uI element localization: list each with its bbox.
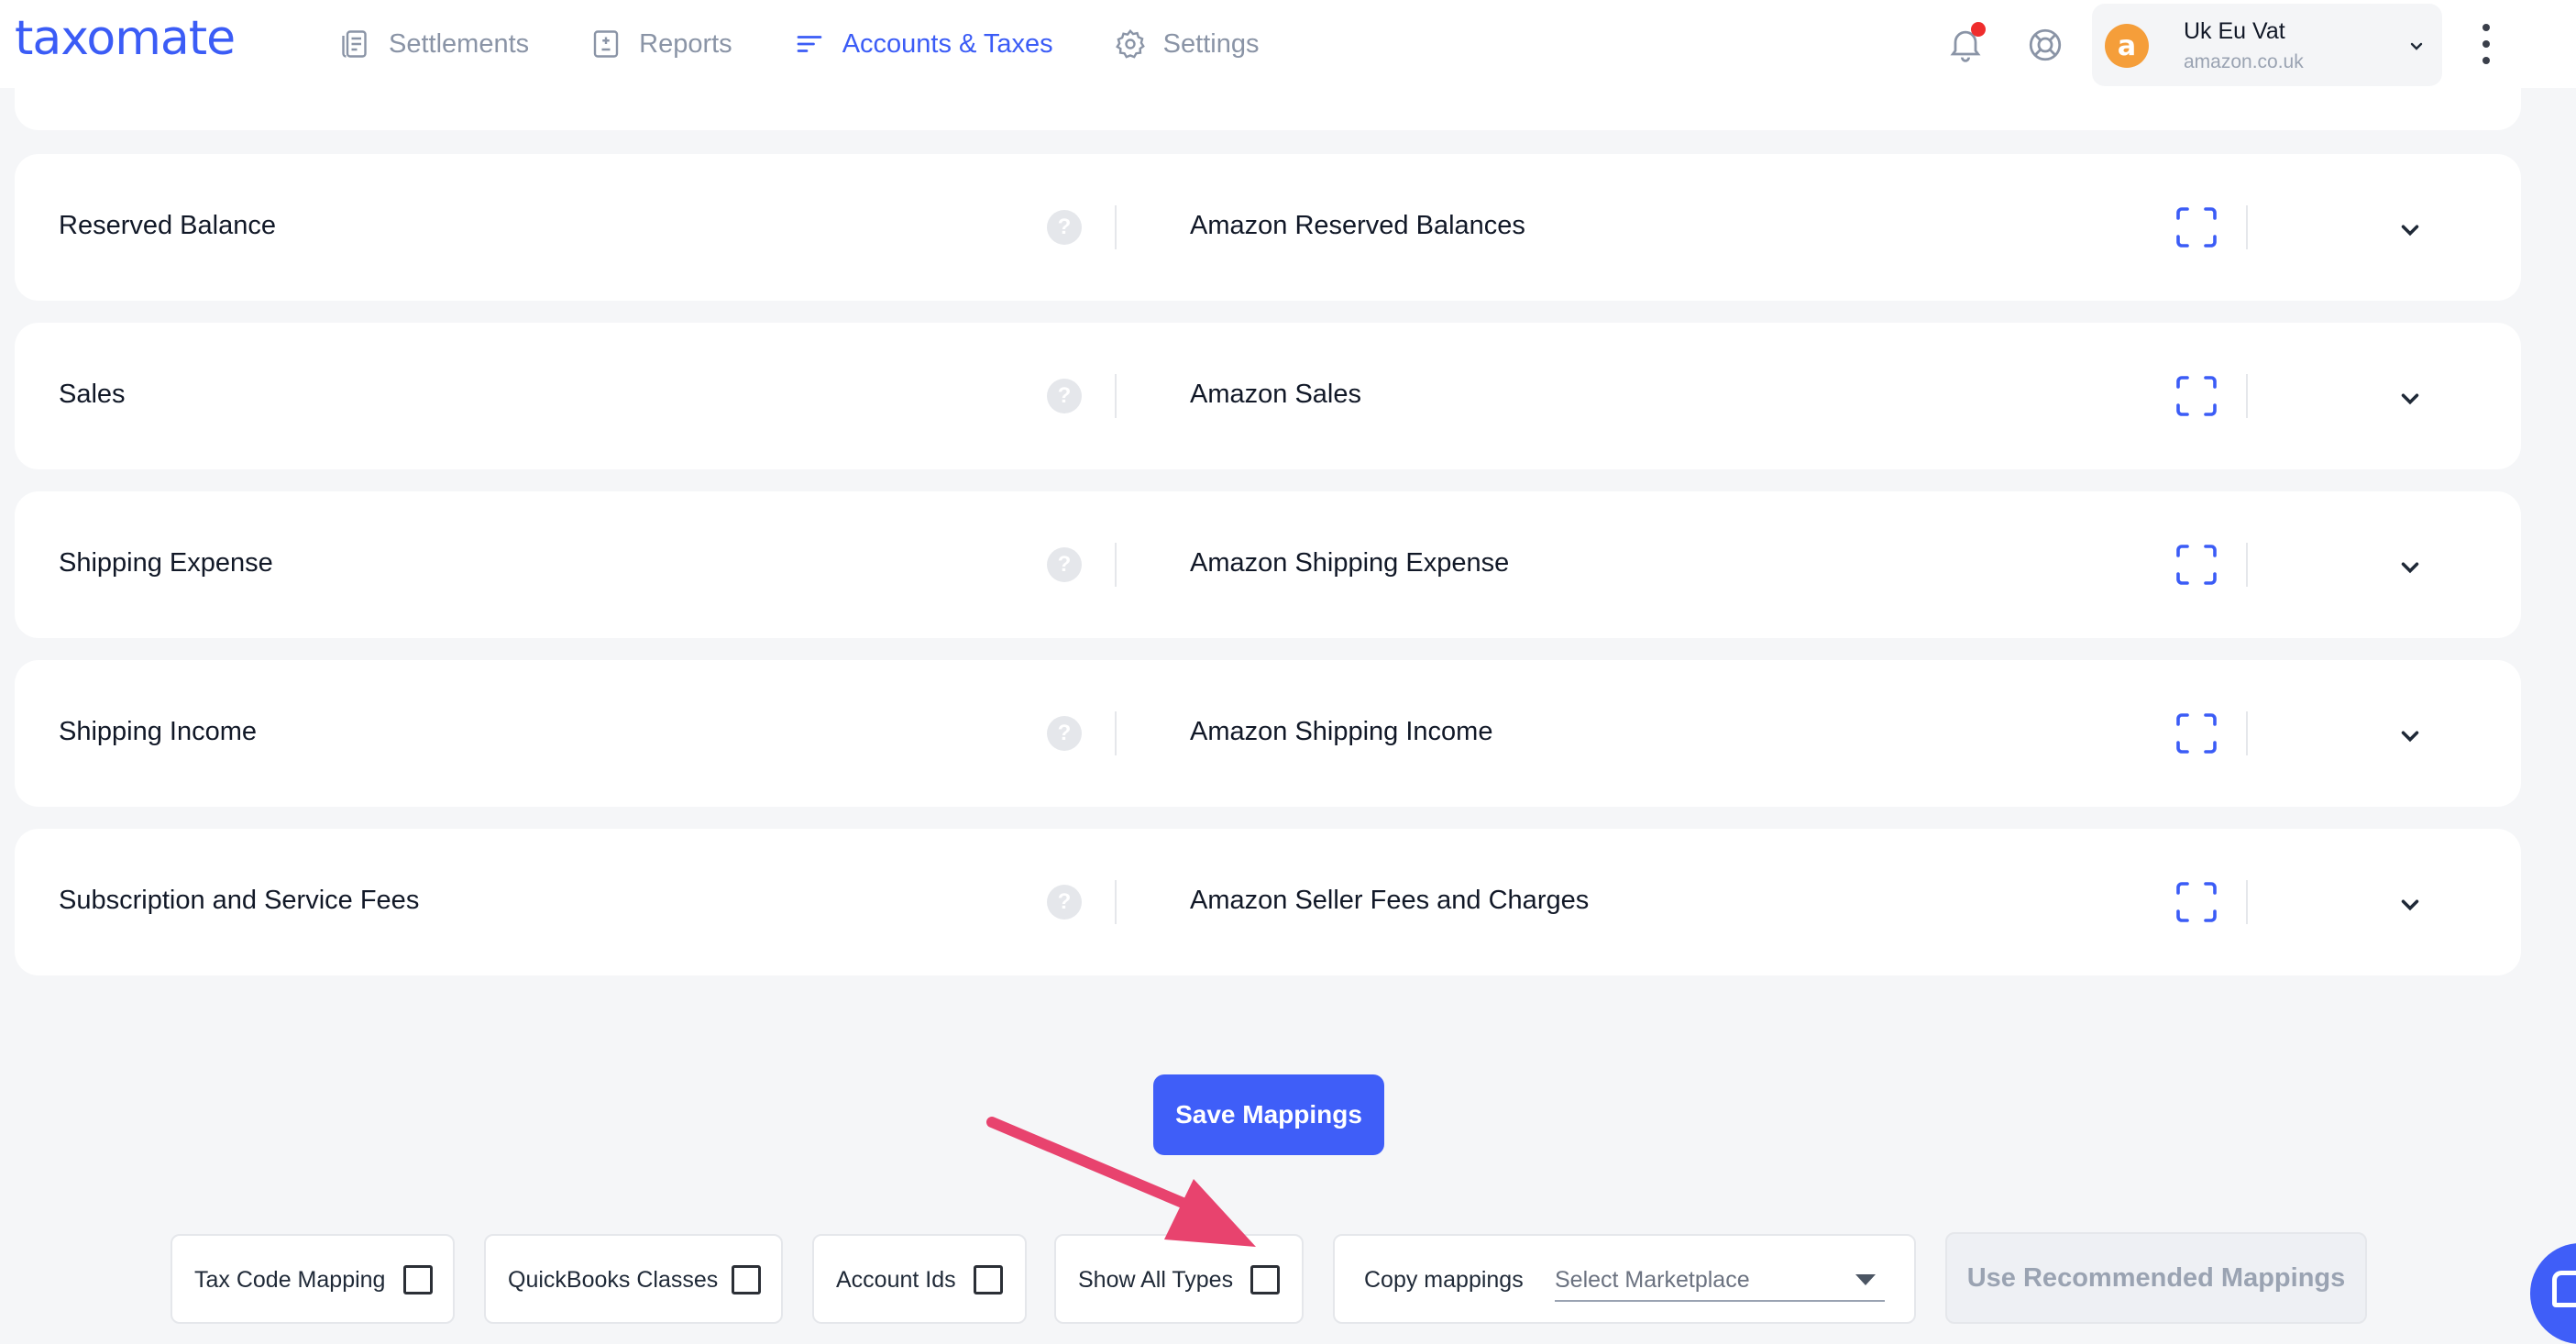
scan-frame-icon[interactable] [2174,543,2218,587]
copy-mappings-label: Copy mappings [1364,1267,1524,1293]
mapping-row: Reserved Balance ? Amazon Reserved Balan… [15,154,2521,301]
account-ids-checkbox[interactable] [974,1265,1003,1294]
copy-mappings-option: Copy mappings Select Marketplace [1333,1234,1916,1324]
mapped-account[interactable]: Amazon Sales [1190,380,1361,410]
show-all-types-option: Show All Types [1054,1234,1304,1324]
more-options-icon[interactable] [2475,24,2497,64]
nav-settlements[interactable]: Settlements [337,0,529,88]
nav-accounts-taxes[interactable]: Accounts & Taxes [791,0,1053,88]
account-ids-label: Account Ids [836,1267,956,1293]
tax-code-mapping-checkbox[interactable] [403,1265,433,1294]
scan-frame-icon[interactable] [2174,374,2218,418]
account-name: Uk Eu Vat [2184,18,2285,44]
help-question-icon[interactable]: ? [1047,885,1082,920]
help-question-icon[interactable]: ? [1047,379,1082,413]
divider [1115,543,1117,587]
nav-settlements-label: Settlements [389,28,530,59]
save-mappings-button[interactable]: Save Mappings [1153,1074,1384,1155]
mapped-account[interactable]: Amazon Seller Fees and Charges [1190,886,1589,916]
mapped-account[interactable]: Amazon Reserved Balances [1190,211,1525,241]
divider [1115,711,1117,755]
mapping-category: Shipping Expense [59,548,273,578]
mapping-row: Sales ? Amazon Sales [15,323,2521,469]
scan-frame-icon[interactable] [2174,711,2218,755]
marketplace-select-placeholder: Select Marketplace [1555,1267,1750,1293]
scan-frame-icon[interactable] [2174,880,2218,924]
nav-reports-label: Reports [639,28,732,59]
show-all-types-label: Show All Types [1078,1267,1234,1293]
tax-code-mapping-option: Tax Code Mapping [171,1234,455,1324]
top-navigation-bar: taxomate Settlements Reports Accounts & … [0,0,2576,88]
nav-reports[interactable]: Reports [588,0,732,88]
notification-dot [1971,22,1986,37]
nav-accounts-taxes-label: Accounts & Taxes [842,28,1053,59]
gear-icon [1112,26,1149,62]
scan-frame-icon[interactable] [2174,205,2218,249]
main-nav: Settlements Reports Accounts & Taxes Set… [337,0,1317,88]
caret-down-icon [1855,1274,1876,1285]
help-question-icon[interactable]: ? [1047,547,1082,582]
tax-code-mapping-label: Tax Code Mapping [194,1267,386,1293]
divider [2246,205,2248,249]
quickbooks-classes-label: QuickBooks Classes [508,1267,719,1293]
mapping-category: Shipping Income [59,717,258,746]
chat-launcher-icon[interactable] [2530,1243,2576,1344]
mapping-row: Shipping Expense ? Amazon Shipping Expen… [15,491,2521,638]
divider [2246,711,2248,755]
chevron-down-icon [2405,35,2427,57]
chevron-down-icon[interactable] [2396,722,2424,750]
mapping-category: Reserved Balance [59,211,276,240]
list-icon [791,26,828,62]
divider [2246,543,2248,587]
quickbooks-classes-option: QuickBooks Classes [484,1234,783,1324]
mapping-row: Shipping Income ? Amazon Shipping Income [15,660,2521,807]
mapped-account[interactable]: Amazon Shipping Expense [1190,548,1509,578]
nav-settings[interactable]: Settings [1112,0,1260,88]
mapping-category: Sales [59,380,126,409]
report-icon [588,26,624,62]
divider [1115,880,1117,924]
divider [1115,374,1117,418]
taxomate-logo[interactable]: taxomate [15,9,236,68]
account-marketplace: amazon.co.uk [2184,51,2304,72]
quickbooks-classes-checkbox[interactable] [732,1265,761,1294]
nav-settings-label: Settings [1162,28,1260,59]
divider [1115,205,1117,249]
divider [2246,880,2248,924]
document-icon [337,26,374,62]
marketplace-select[interactable]: Select Marketplace [1555,1260,1885,1302]
use-recommended-mappings-button[interactable]: Use Recommended Mappings [1945,1232,2367,1324]
chevron-down-icon[interactable] [2396,385,2424,413]
help-question-icon[interactable]: ? [1047,210,1082,245]
help-question-icon[interactable]: ? [1047,716,1082,751]
chevron-down-icon[interactable] [2396,554,2424,581]
mapping-row: Subscription and Service Fees ? Amazon S… [15,829,2521,975]
account-switcher[interactable]: a Uk Eu Vat amazon.co.uk [2092,4,2442,86]
amazon-logo-icon: a [2105,24,2149,68]
chevron-down-icon[interactable] [2396,891,2424,919]
chevron-down-icon[interactable] [2396,216,2424,244]
chat-icon [2552,1271,2576,1307]
show-all-types-checkbox[interactable] [1250,1265,1280,1294]
divider [2246,374,2248,418]
account-ids-option: Account Ids [812,1234,1027,1324]
help-lifebuoy-icon[interactable] [2026,26,2064,64]
mapped-account[interactable]: Amazon Shipping Income [1190,717,1492,747]
mapping-row-partial [15,88,2521,130]
mapping-category: Subscription and Service Fees [59,886,420,915]
